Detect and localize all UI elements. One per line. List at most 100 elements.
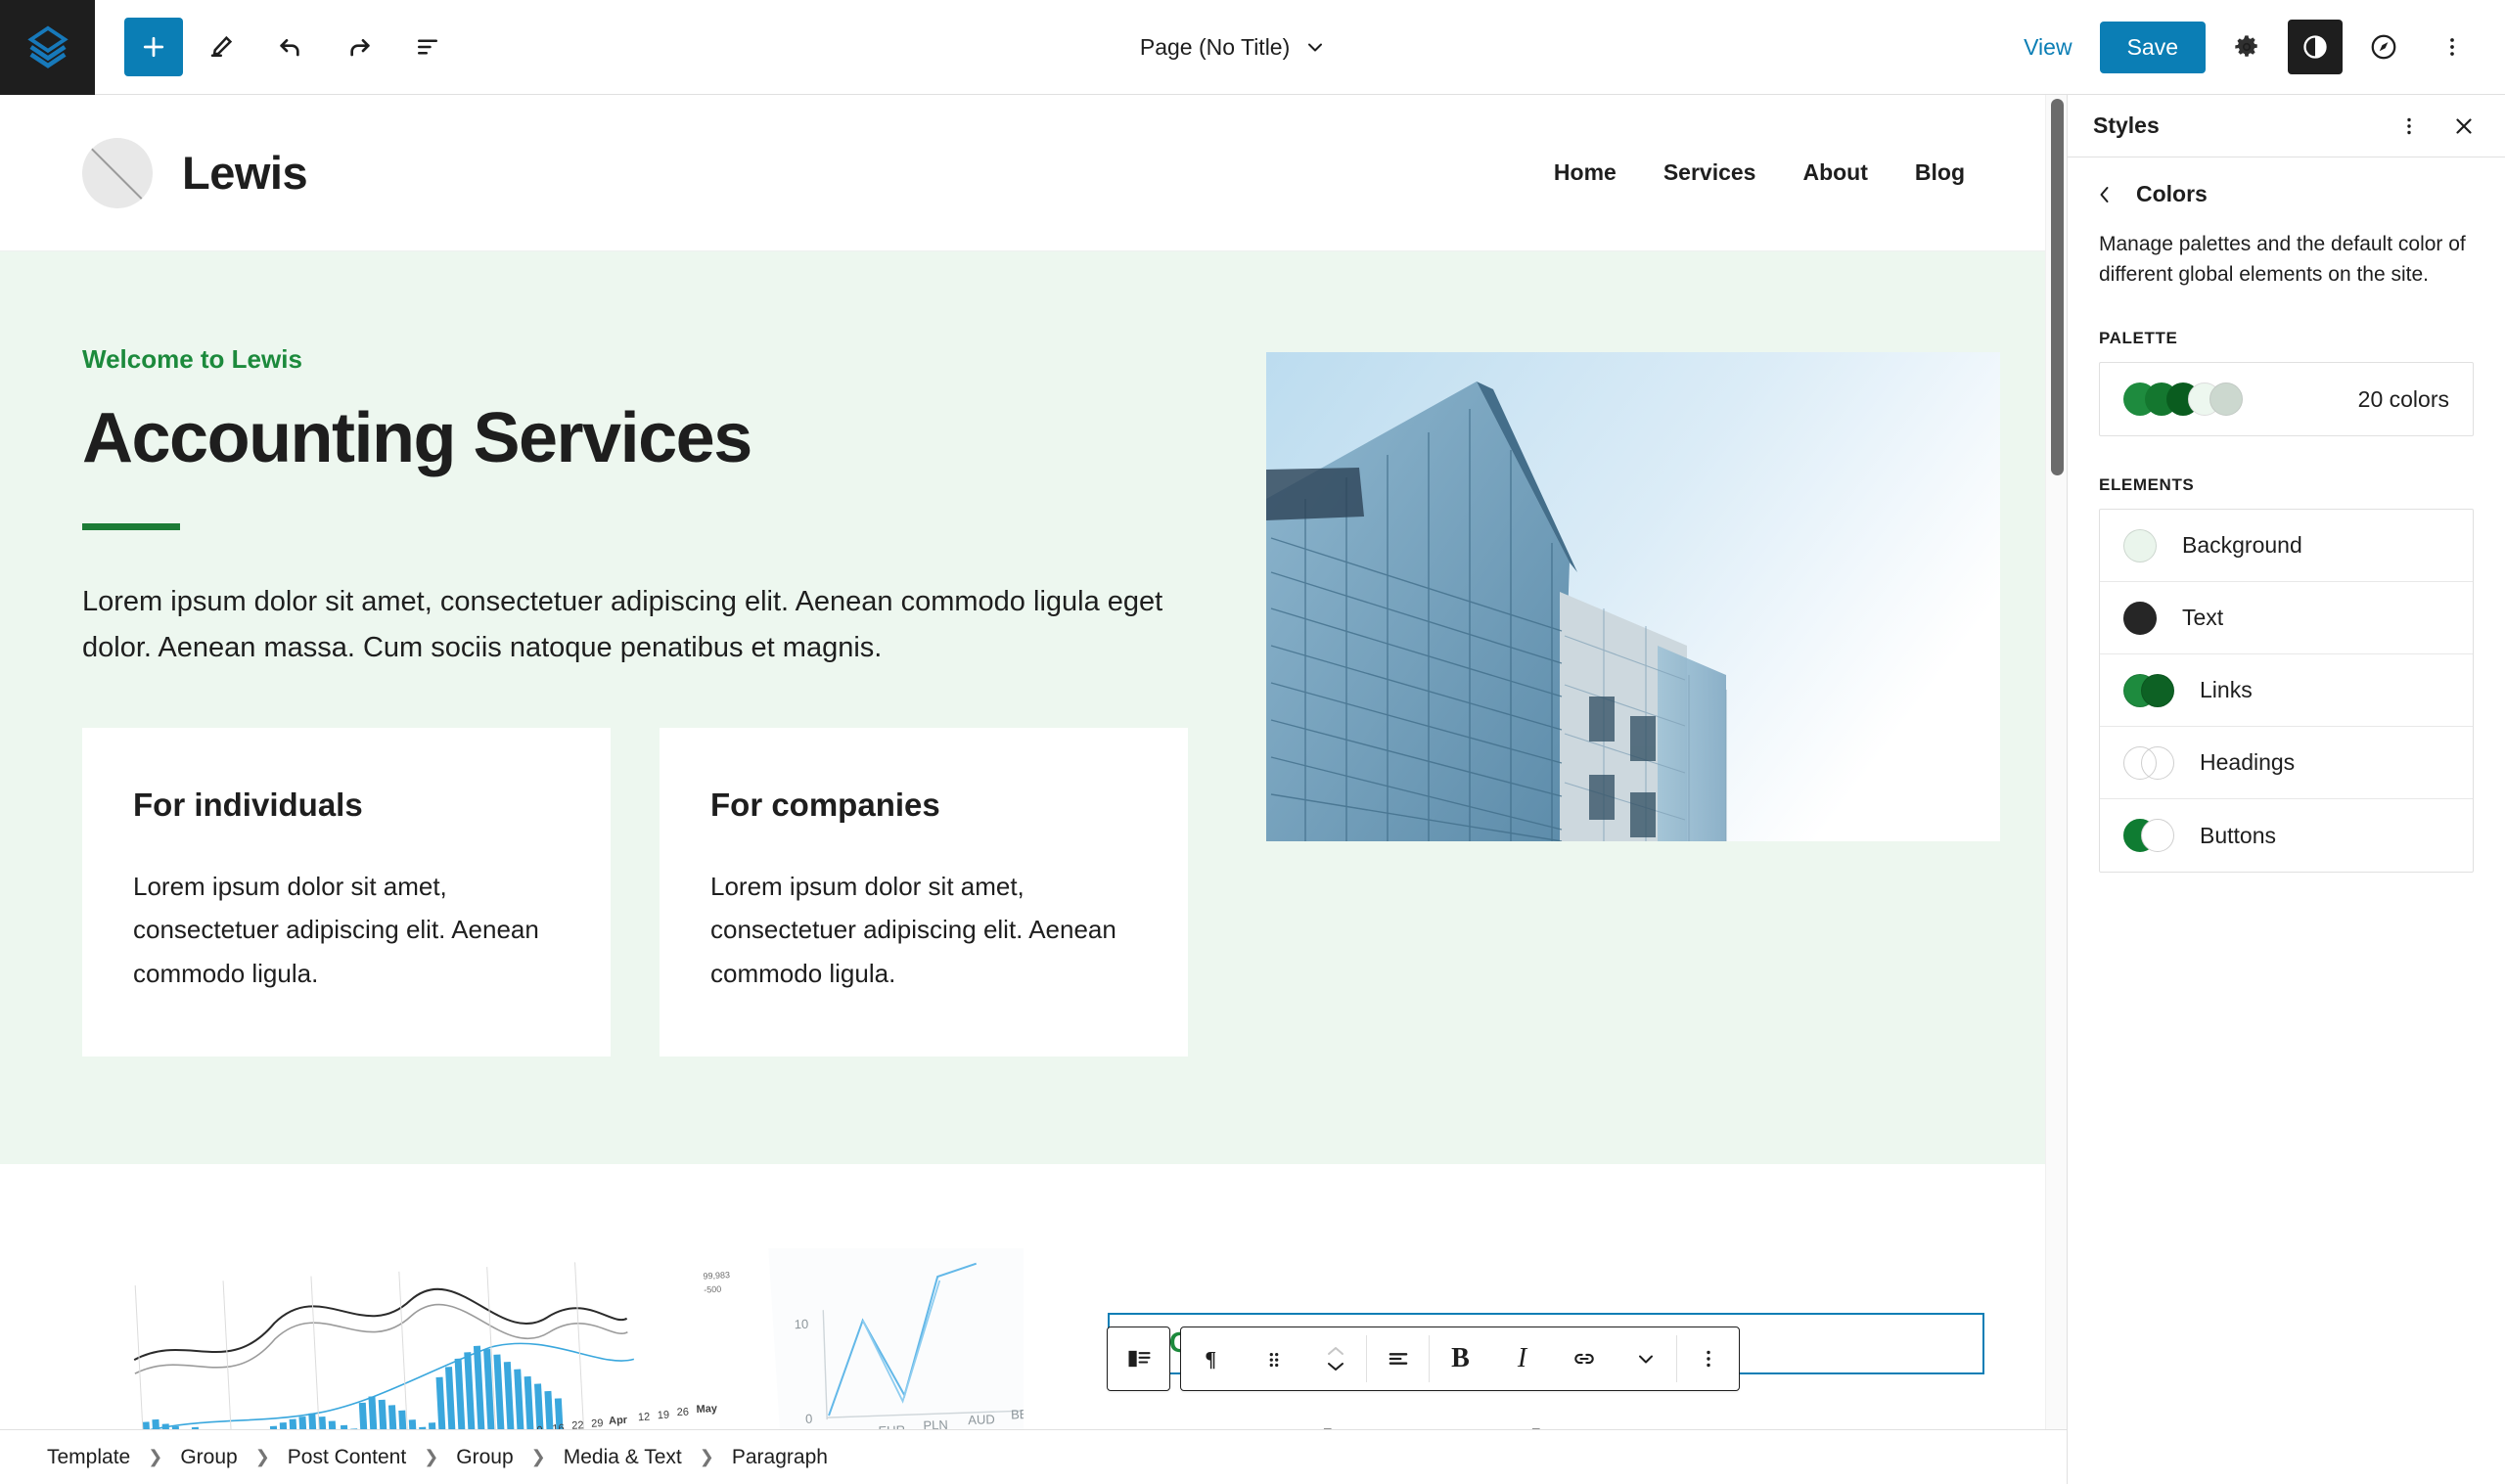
parent-block-selector-group (1107, 1327, 1170, 1391)
buttons-color-swatch (2123, 819, 2174, 853)
select-parent-media-text-button[interactable] (1108, 1327, 1169, 1390)
site-branding[interactable]: Lewis (82, 137, 308, 208)
nav-item-home[interactable]: Home (1554, 159, 1617, 186)
block-options-button[interactable] (1677, 1327, 1739, 1390)
chevron-right-icon: ❯ (254, 1447, 270, 1466)
palette-color-count: 20 colors (2357, 385, 2449, 412)
undo-arrow-icon (275, 31, 306, 63)
hero-paragraph[interactable]: Lorem ipsum dolor sit amet, consectetuer… (82, 579, 1188, 671)
editor-canvas[interactable]: Lewis Home Services About Blog Welcome t… (0, 95, 2067, 1484)
bold-button[interactable]: B (1430, 1327, 1491, 1390)
italic-button[interactable]: I (1491, 1327, 1553, 1390)
card-for-companies[interactable]: For companies Lorem ipsum dolor sit amet… (660, 727, 1188, 1057)
hero-section[interactable]: Welcome to Lewis Accounting Services Lor… (0, 251, 2067, 1164)
chevron-left-icon[interactable] (2093, 183, 2117, 206)
block-type-button[interactable]: ¶ (1181, 1327, 1243, 1390)
redo-arrow-icon (343, 31, 375, 63)
wordpress-layers-logo-icon (25, 24, 70, 69)
redo-button[interactable] (330, 18, 388, 76)
align-text-button[interactable] (1367, 1327, 1429, 1390)
card-title: For companies (710, 786, 940, 823)
breadcrumb: Template ❯ Group ❯ Post Content ❯ Group … (0, 1429, 2067, 1484)
breadcrumb-item-group-2[interactable]: Group (448, 1446, 521, 1469)
hero-image[interactable] (1266, 352, 2000, 841)
add-block-button[interactable] (124, 18, 183, 76)
styles-panel-options-button[interactable] (2384, 101, 2435, 152)
document-title: Page (No Title) (1139, 33, 1291, 60)
styles-panel-close-button[interactable] (2438, 101, 2489, 152)
editor-window: Page (No Title) View Save Lewis Home Ser… (0, 0, 2505, 1484)
site-header-block[interactable]: Lewis Home Services About Blog (0, 95, 2067, 251)
breadcrumb-item-media-and-text[interactable]: Media & Text (556, 1446, 690, 1469)
styles-sidebar: Styles Colors Manage palettes and the de… (2067, 95, 2505, 1484)
more-options-button[interactable] (2425, 20, 2480, 74)
canvas-scrollbar-track[interactable] (2045, 95, 2067, 1484)
breadcrumb-item-post-content[interactable]: Post Content (280, 1446, 414, 1469)
breadcrumb-item-group[interactable]: Group (172, 1446, 245, 1469)
block-movers[interactable] (1304, 1327, 1366, 1390)
palette-card: 20 colors (2099, 362, 2474, 437)
chevron-down-icon (1634, 1347, 1658, 1371)
italic-label: I (1517, 1343, 1527, 1373)
site-title: Lewis (182, 147, 308, 199)
more-formatting-button[interactable] (1615, 1327, 1676, 1390)
block-controls-group: ¶ B I (1180, 1327, 1740, 1391)
svg-text:May: May (696, 1403, 718, 1416)
three-dots-vertical-icon (1697, 1347, 1720, 1371)
element-row-background[interactable]: Background (2100, 510, 2473, 583)
undo-button[interactable] (261, 18, 320, 76)
element-label: Links (2200, 677, 2253, 703)
svg-text:-500: -500 (704, 1283, 722, 1294)
breadcrumb-item-template[interactable]: Template (39, 1446, 138, 1469)
block-toolbar: ¶ B I (1107, 1327, 1740, 1391)
styles-button[interactable] (2288, 20, 2343, 74)
plugins-button[interactable] (2356, 20, 2411, 74)
chevron-up-icon[interactable] (1324, 1343, 1347, 1359)
hero-divider (82, 522, 180, 530)
document-title-button[interactable]: Page (No Title) (457, 34, 2010, 61)
close-x-icon (2451, 113, 2477, 139)
element-label: Buttons (2200, 822, 2276, 848)
nav-item-about[interactable]: About (1802, 159, 1867, 186)
wordpress-logo-button[interactable] (0, 0, 95, 95)
element-row-headings[interactable]: Headings (2100, 727, 2473, 800)
links-color-swatch (2123, 673, 2174, 707)
link-button[interactable] (1553, 1327, 1615, 1390)
nav-item-blog[interactable]: Blog (1915, 159, 1965, 186)
svg-text:AUD: AUD (968, 1412, 995, 1427)
breadcrumb-item-paragraph[interactable]: Paragraph (724, 1446, 836, 1469)
chevron-down-icon[interactable] (1324, 1359, 1347, 1374)
edit-tool-button[interactable] (193, 18, 251, 76)
bold-label: B (1451, 1343, 1470, 1373)
styles-panel-description: Manage palettes and the default color of… (2099, 233, 2466, 287)
element-row-links[interactable]: Links (2100, 654, 2473, 728)
card-body: Lorem ipsum dolor sit amet, consectetuer… (710, 871, 1116, 988)
svg-text:26: 26 (676, 1406, 689, 1418)
drag-handle-button[interactable] (1243, 1327, 1304, 1390)
element-row-text[interactable]: Text (2100, 582, 2473, 655)
list-view-button[interactable] (398, 18, 457, 76)
gear-icon (2233, 33, 2260, 61)
chevron-down-icon (1303, 35, 1327, 59)
settings-button[interactable] (2219, 20, 2274, 74)
view-link[interactable]: View (2010, 34, 2085, 61)
canvas-scrollbar-thumb[interactable] (2051, 99, 2064, 475)
card-body: Lorem ipsum dolor sit amet, consectetuer… (133, 871, 539, 988)
elements-section-label: Elements (2099, 475, 2195, 495)
element-label: Text (2182, 605, 2224, 631)
site-navigation[interactable]: Home Services About Blog (1554, 159, 1984, 186)
nav-item-services[interactable]: Services (1663, 159, 1756, 186)
chevron-right-icon: ❯ (530, 1447, 546, 1466)
svg-text:12: 12 (638, 1411, 651, 1423)
text-color-swatch (2123, 601, 2157, 635)
save-button[interactable]: Save (2099, 21, 2206, 73)
site-logo-placeholder-icon[interactable] (82, 137, 153, 208)
palette-section-label: Palette (2099, 329, 2178, 348)
palette-row[interactable]: 20 colors (2100, 363, 2473, 435)
hero-heading[interactable]: Accounting Services (82, 401, 1217, 476)
element-row-buttons[interactable]: Buttons (2100, 799, 2473, 872)
styles-subpanel-title: Colors (2136, 181, 2208, 206)
card-for-individuals[interactable]: For individuals Lorem ipsum dolor sit am… (82, 727, 611, 1057)
styles-back-to-colors[interactable]: Colors (2068, 157, 2505, 217)
align-text-icon (1385, 1345, 1412, 1372)
